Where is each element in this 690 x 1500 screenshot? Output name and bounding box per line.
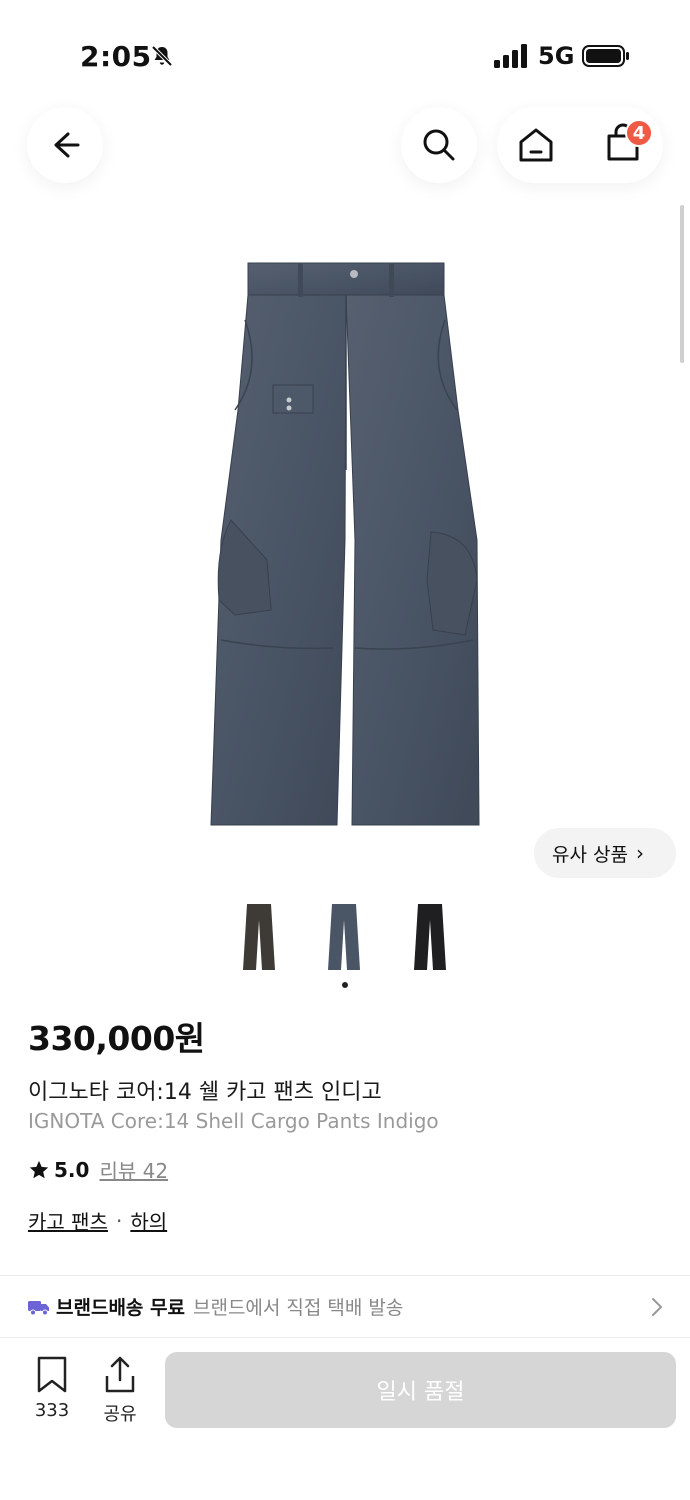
battery-icon [582, 45, 629, 67]
share-label: 공유 [103, 1404, 137, 1425]
category-separator: · [115, 1208, 123, 1233]
delivery-truck-icon [28, 1300, 49, 1315]
signal-icon [494, 44, 527, 68]
cart-count-badge: 4 [625, 119, 653, 147]
rating-value: 5.0 [54, 1157, 90, 1182]
search-button[interactable] [401, 107, 477, 183]
bookmark-count: 333 [34, 1400, 70, 1421]
sold-out-button[interactable]: 일시 품절 [165, 1352, 676, 1428]
scroll-indicator [680, 205, 684, 363]
bookmark-button[interactable]: 333 [22, 1356, 82, 1426]
product-name-english: IGNOTA Core:14 Shell Cargo Pants Indigo [28, 1109, 439, 1133]
arrow-left-icon [54, 132, 80, 158]
back-button[interactable] [27, 107, 103, 183]
category-link[interactable]: 카고 팬츠 [28, 1206, 108, 1235]
review-link[interactable]: 리뷰 42 [99, 1155, 168, 1184]
thumbnail-brown[interactable] [239, 900, 279, 974]
subcategory-link[interactable]: 하의 [130, 1206, 167, 1235]
bell-muted-icon [151, 45, 173, 67]
product-price: 330,000원 [28, 1019, 205, 1058]
bookmark-icon [37, 1356, 67, 1393]
network-type: 5G [538, 42, 575, 70]
chevron-right-icon: › [635, 841, 644, 865]
product-name-korean: 이그노타 코어:14 쉘 카고 팬츠 인디고 [28, 1080, 382, 1105]
shipping-description: 브랜드에서 직접 택배 발송 [192, 1297, 404, 1319]
category-breadcrumb: 카고 팬츠 · 하의 [28, 1206, 167, 1235]
similar-products-button[interactable]: 유사 상품 › [534, 828, 676, 878]
home-icon[interactable] [516, 125, 556, 165]
similar-products-label: 유사 상품 [552, 843, 628, 866]
divider [0, 1337, 690, 1338]
header-actions: 4 [497, 107, 663, 183]
search-icon [423, 129, 455, 161]
rating-row: 5.0 리뷰 42 [28, 1155, 168, 1184]
star-icon [29, 1160, 49, 1178]
share-icon [105, 1356, 135, 1393]
shipping-info-row[interactable]: 브랜드배송 무료 브랜드에서 직접 택배 발송 [0, 1276, 690, 1337]
share-button[interactable]: 공유 [94, 1356, 146, 1426]
thumbnail-active-indicator [342, 982, 348, 988]
product-image[interactable] [205, 260, 485, 830]
clock: 2:05 [80, 40, 152, 73]
thumbnail-black[interactable] [410, 900, 450, 974]
shipping-title: 브랜드배송 무료 [56, 1297, 185, 1319]
chevron-right-icon [652, 1298, 662, 1316]
status-bar: 2:05 5G [0, 0, 690, 110]
thumbnail-indigo[interactable] [324, 900, 364, 974]
